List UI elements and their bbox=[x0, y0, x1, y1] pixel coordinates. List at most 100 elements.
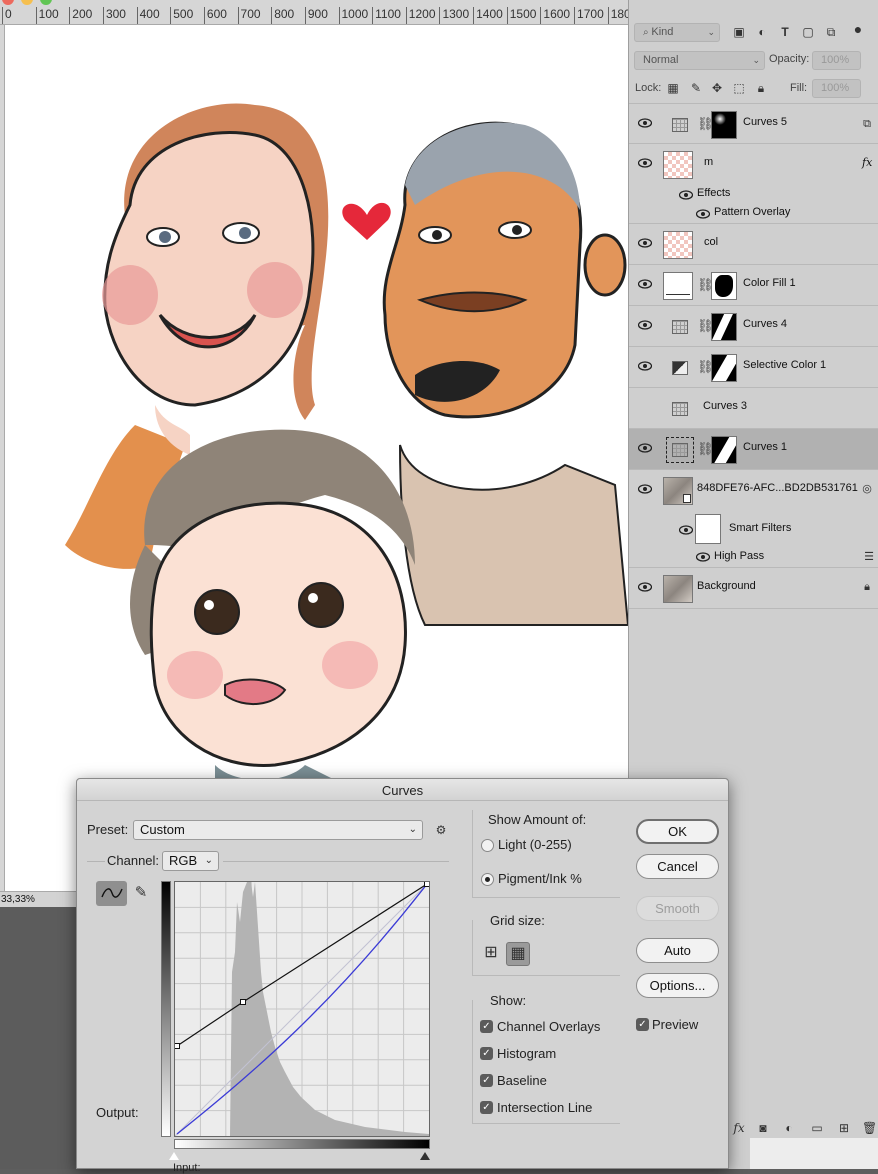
layer-row[interactable]: 848DFE76-AFC...BD2DB531761 ◎ Smart Filte… bbox=[629, 470, 878, 568]
detailed-grid-icon[interactable]: ▦ bbox=[506, 942, 530, 966]
blend-mode-select[interactable]: Normal ⌄ bbox=[634, 51, 765, 70]
pencil-icon[interactable]: ✎ bbox=[134, 885, 148, 900]
eye-icon[interactable] bbox=[638, 582, 652, 592]
layer-name[interactable]: Background bbox=[697, 580, 756, 592]
eye-icon[interactable] bbox=[679, 190, 693, 200]
eye-icon[interactable] bbox=[638, 361, 652, 371]
smart-filter-mask-thumbnail[interactable] bbox=[695, 514, 721, 544]
intersection-line-checkbox[interactable]: ✓ bbox=[480, 1101, 493, 1114]
layer-thumbnail[interactable] bbox=[663, 231, 693, 259]
pigment-option-label[interactable]: Pigment/Ink % bbox=[498, 871, 582, 886]
new-group-icon[interactable]: ▭ bbox=[810, 1121, 824, 1135]
fill-input[interactable]: 100% bbox=[812, 79, 861, 98]
layer-row[interactable]: ⛓ Curves 5 ⧉ bbox=[629, 103, 878, 144]
fx-icon[interactable]: fx bbox=[862, 156, 872, 169]
light-option-label[interactable]: Light (0-255) bbox=[498, 837, 572, 852]
type-filter-icon[interactable]: T bbox=[778, 25, 792, 39]
smart-object-thumbnail[interactable] bbox=[663, 477, 693, 505]
show-option-label[interactable]: Histogram bbox=[497, 1046, 556, 1061]
pixel-filter-icon[interactable]: ▣ bbox=[732, 25, 746, 39]
eye-icon[interactable] bbox=[696, 552, 710, 562]
filter-options-icon[interactable]: ☰ bbox=[862, 550, 876, 564]
black-point-slider[interactable] bbox=[169, 1152, 179, 1160]
layer-row[interactable]: ⛓ Selective Color 1 bbox=[629, 347, 878, 388]
eye-icon[interactable] bbox=[638, 158, 652, 168]
layer-thumbnail[interactable] bbox=[663, 575, 693, 603]
layer-name[interactable]: Curves 3 bbox=[703, 400, 747, 412]
layer-mask-thumbnail[interactable] bbox=[711, 354, 737, 382]
preset-options-gear-icon[interactable]: ⚙ bbox=[434, 823, 448, 837]
eye-icon[interactable] bbox=[638, 238, 652, 248]
auto-button[interactable]: Auto bbox=[636, 938, 719, 963]
dialog-title[interactable]: Curves bbox=[77, 779, 728, 801]
new-adjustment-layer-icon[interactable]: ◐ bbox=[782, 1121, 796, 1135]
filter-name[interactable]: High Pass bbox=[714, 550, 764, 562]
effect-name[interactable]: Pattern Overlay bbox=[714, 206, 790, 218]
filter-toggle-icon[interactable]: ● bbox=[851, 22, 865, 36]
eye-icon[interactable] bbox=[679, 525, 693, 535]
layer-row[interactable]: m fx Effects Pattern Overlay bbox=[629, 144, 878, 224]
lock-transparent-pixels-icon[interactable]: ▦ bbox=[666, 81, 680, 95]
layer-mask-thumbnail[interactable] bbox=[711, 272, 737, 300]
layer-row[interactable]: ⛓ Curves 4 bbox=[629, 306, 878, 347]
pigment-radio[interactable] bbox=[481, 873, 494, 886]
channel-overlays-checkbox[interactable]: ✓ bbox=[480, 1020, 493, 1033]
layer-name[interactable]: Curves 1 bbox=[743, 441, 787, 453]
layer-row[interactable]: Background 🔒︎ bbox=[629, 568, 878, 609]
filter-kind-select[interactable]: ⌕ Kind ⌄ bbox=[634, 23, 720, 42]
layer-name[interactable]: col bbox=[704, 236, 718, 248]
preview-checkbox[interactable]: ✓ bbox=[636, 1018, 649, 1031]
curves-graph[interactable] bbox=[174, 881, 430, 1137]
layer-name[interactable]: Curves 4 bbox=[743, 318, 787, 330]
fill-color-thumbnail[interactable] bbox=[663, 272, 693, 300]
eye-icon[interactable] bbox=[638, 320, 652, 330]
layer-row[interactable]: ⛓ Color Fill 1 bbox=[629, 265, 878, 306]
adjustment-filter-icon[interactable]: ◐ bbox=[755, 25, 769, 39]
light-radio[interactable] bbox=[481, 839, 494, 852]
add-layer-style-icon[interactable]: fx bbox=[732, 1121, 746, 1135]
eye-icon[interactable] bbox=[696, 209, 710, 219]
lock-artboard-icon[interactable]: ⬚ bbox=[732, 81, 746, 95]
smooth-button[interactable]: Smooth bbox=[636, 896, 719, 921]
layer-name[interactable]: m bbox=[704, 156, 713, 168]
eye-icon[interactable] bbox=[638, 118, 652, 128]
lock-all-icon[interactable]: 🔒︎ bbox=[754, 81, 768, 95]
shape-filter-icon[interactable]: ▢ bbox=[801, 25, 815, 39]
add-mask-icon[interactable]: ◙ bbox=[756, 1121, 770, 1135]
layer-row[interactable]: col bbox=[629, 224, 878, 265]
layer-row-selected[interactable]: ⛓ Curves 1 bbox=[629, 429, 878, 470]
layer-thumbnail[interactable] bbox=[663, 151, 693, 179]
opacity-input[interactable]: 100% bbox=[812, 51, 861, 70]
cancel-button[interactable]: Cancel bbox=[636, 854, 719, 879]
layer-name[interactable]: Selective Color 1 bbox=[743, 359, 826, 371]
layer-mask-thumbnail[interactable] bbox=[711, 111, 737, 139]
layer-name[interactable]: 848DFE76-AFC...BD2DB531761 bbox=[697, 482, 858, 494]
baseline-checkbox[interactable]: ✓ bbox=[480, 1074, 493, 1087]
preset-select[interactable]: Custom ⌄ bbox=[133, 820, 423, 840]
channel-select[interactable]: RGB ⌄ bbox=[162, 851, 219, 871]
eye-icon[interactable] bbox=[638, 279, 652, 289]
smart-object-filter-icon[interactable]: ⧉ bbox=[824, 25, 838, 39]
layer-row[interactable]: Curves 3 bbox=[629, 388, 878, 429]
white-point-slider[interactable] bbox=[420, 1152, 430, 1160]
curve-edit-points-button[interactable] bbox=[96, 881, 127, 906]
layer-mask-thumbnail[interactable] bbox=[711, 436, 737, 464]
lock-image-pixels-icon[interactable]: ✎ bbox=[689, 81, 703, 95]
simple-grid-icon[interactable]: ⊞ bbox=[479, 942, 503, 966]
histogram-checkbox[interactable]: ✓ bbox=[480, 1047, 493, 1060]
show-option-label[interactable]: Channel Overlays bbox=[497, 1019, 600, 1034]
eye-icon[interactable] bbox=[638, 443, 652, 453]
lock-position-icon[interactable]: ✥ bbox=[710, 81, 724, 95]
new-layer-icon[interactable]: ⊞ bbox=[837, 1121, 851, 1135]
preview-label[interactable]: Preview bbox=[652, 1017, 698, 1032]
document-canvas[interactable] bbox=[5, 25, 628, 895]
show-option-label[interactable]: Baseline bbox=[497, 1073, 547, 1088]
layer-name[interactable]: Curves 5 bbox=[743, 116, 787, 128]
zoom-level[interactable]: 33,33% bbox=[0, 891, 76, 907]
ok-button[interactable]: OK bbox=[636, 819, 719, 844]
eye-icon[interactable] bbox=[638, 484, 652, 494]
options-button[interactable]: Options... bbox=[636, 973, 719, 998]
delete-layer-icon[interactable]: 🗑︎ bbox=[862, 1121, 877, 1135]
show-option-label[interactable]: Intersection Line bbox=[497, 1100, 592, 1115]
layer-name[interactable]: Color Fill 1 bbox=[743, 277, 796, 289]
